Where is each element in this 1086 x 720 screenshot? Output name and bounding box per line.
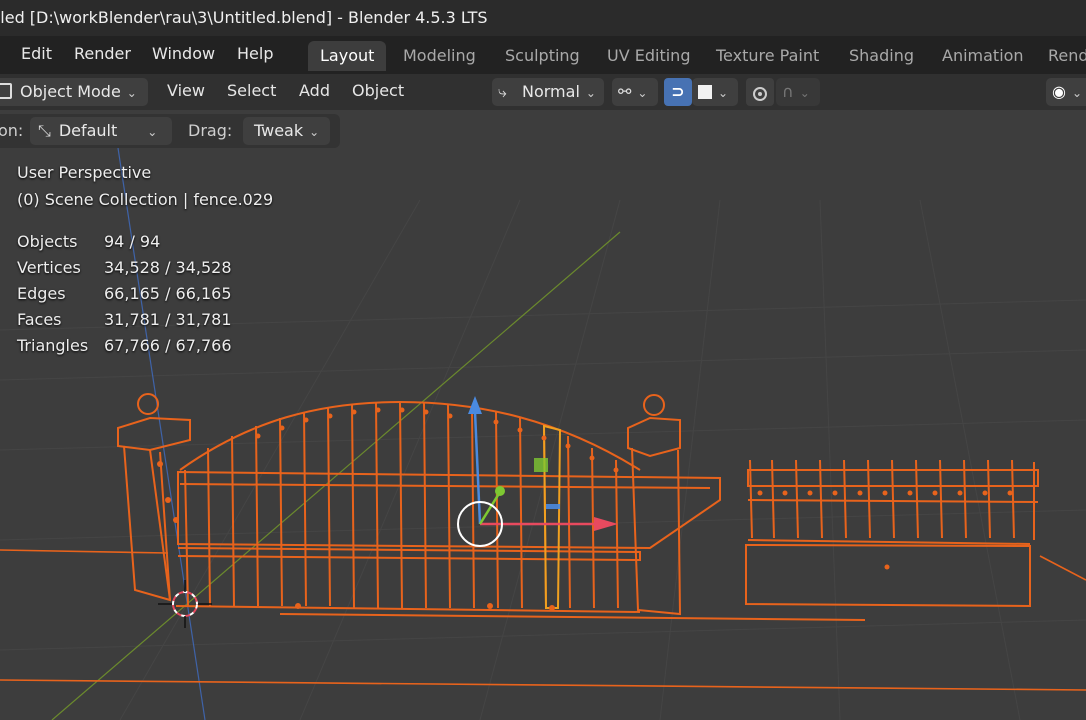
- proportional-circle-icon: [753, 87, 767, 101]
- mode-label: Object Mode: [20, 82, 121, 101]
- stat-label: Edges: [17, 284, 66, 303]
- stat-label: Triangles: [17, 336, 89, 355]
- chevron-down-icon: ⌄: [637, 86, 648, 100]
- menu-view[interactable]: View: [167, 81, 205, 100]
- gizmo-xz-plane[interactable]: [534, 458, 548, 472]
- view-name: User Perspective: [17, 163, 152, 182]
- tab-modeling[interactable]: Modeling: [391, 41, 488, 71]
- stat-label: Faces: [17, 310, 62, 329]
- magnet-icon: ⊃: [671, 82, 685, 101]
- chevron-down-icon: ⌄: [147, 125, 158, 139]
- collection-info: (0) Scene Collection | fence.029: [17, 190, 274, 209]
- tab-shading[interactable]: Shading: [837, 41, 926, 71]
- stat-value: 67,766 / 67,766: [104, 336, 232, 355]
- chevron-down-icon: ⌄: [799, 86, 810, 100]
- snap-square-icon: [698, 85, 712, 99]
- visibility-dropdown[interactable]: ◉ ⌄: [1046, 78, 1086, 106]
- pivot-point-dropdown[interactable]: ⚯ ⌄: [612, 78, 658, 106]
- tab-texture-paint[interactable]: Texture Paint: [704, 41, 831, 71]
- stat-value: 94 / 94: [104, 232, 161, 251]
- gizmo-y-handle[interactable]: [495, 486, 505, 496]
- falloff-dropdown[interactable]: ∩ ⌄: [776, 78, 820, 106]
- gizmo-z-arrow[interactable]: [468, 396, 482, 414]
- transform-axes-icon: ⤡: [38, 121, 51, 140]
- object-origins: [157, 407, 1013, 611]
- viewport-header: Object Mode ⌄ View Select Add Object ⤷ Nor…: [0, 74, 1086, 110]
- stat-value: 31,781 / 31,781: [104, 310, 232, 329]
- stat-label: Objects: [17, 232, 78, 251]
- chevron-down-icon: ⌄: [1071, 86, 1083, 100]
- orientation-icon: ⤷: [498, 82, 507, 101]
- orientation-label: Normal: [522, 82, 580, 101]
- snap-target-dropdown[interactable]: ⌄: [692, 78, 738, 106]
- eye-icon: ◉: [1052, 82, 1066, 101]
- gizmo-xy-plane[interactable]: [546, 504, 560, 509]
- transform-gizmo[interactable]: [457, 396, 618, 547]
- tab-layout[interactable]: Layout: [308, 41, 387, 71]
- top-menu-bar: Edit Render Window Help Layout Modeling …: [0, 36, 1086, 74]
- drag-dropdown[interactable]: Tweak ⌄: [243, 117, 330, 145]
- window-title: tled [D:\workBlender\rau\3\Untitled.blen…: [0, 8, 488, 27]
- tab-sculpting[interactable]: Sculpting: [493, 41, 592, 71]
- tool-settings-bar: on: ⤡ Default ⌄ Drag: Tweak ⌄: [0, 114, 340, 148]
- menu-edit[interactable]: Edit: [21, 44, 52, 63]
- chevron-down-icon: ⌄: [585, 86, 596, 100]
- mode-dropdown[interactable]: Object Mode ⌄: [0, 78, 148, 106]
- gizmo-z-axis[interactable]: [473, 411, 482, 525]
- orientation-value: Default: [58, 121, 118, 140]
- pivot-link-icon: ⚯: [618, 82, 632, 101]
- proportional-editing-button[interactable]: [746, 78, 774, 106]
- falloff-curve-icon: ∩: [782, 82, 794, 101]
- menu-render[interactable]: Render: [74, 44, 131, 63]
- ground-plane-outline: [0, 549, 1086, 691]
- menu-help[interactable]: Help: [237, 44, 273, 63]
- menu-add[interactable]: Add: [299, 81, 330, 100]
- chevron-down-icon: ⌄: [309, 125, 320, 139]
- tab-animation[interactable]: Animation: [930, 41, 1036, 71]
- stat-label: Vertices: [17, 258, 81, 277]
- gizmo-x-arrow[interactable]: [594, 517, 618, 531]
- snap-toggle-button[interactable]: ⊃: [664, 78, 692, 106]
- tab-uv-editing[interactable]: UV Editing: [595, 41, 702, 71]
- stat-value: 34,528 / 34,528: [104, 258, 232, 277]
- drag-value: Tweak: [254, 121, 304, 140]
- window-title-bar: tled [D:\workBlender\rau\3\Untitled.blen…: [0, 0, 1086, 36]
- drag-label: Drag:: [188, 121, 233, 140]
- ground-rail: [279, 613, 866, 621]
- transform-orientation-dropdown[interactable]: ⤷ Normal ⌄: [492, 78, 604, 106]
- left-pillar: [117, 393, 191, 602]
- 3d-cursor[interactable]: [158, 580, 212, 628]
- right-pillar: [627, 394, 682, 616]
- chevron-down-icon: ⌄: [718, 86, 729, 100]
- menu-window[interactable]: Window: [152, 44, 215, 63]
- menu-object[interactable]: Object: [352, 81, 404, 100]
- orientation-dropdown[interactable]: ⤡ Default ⌄: [30, 117, 172, 145]
- tab-rendering[interactable]: Rend: [1036, 41, 1086, 71]
- chevron-down-icon: ⌄: [126, 86, 137, 100]
- menu-select[interactable]: Select: [227, 81, 276, 100]
- object-mode-icon: [0, 83, 12, 99]
- orientation-label: on:: [0, 121, 24, 140]
- stat-value: 66,165 / 66,165: [104, 284, 232, 303]
